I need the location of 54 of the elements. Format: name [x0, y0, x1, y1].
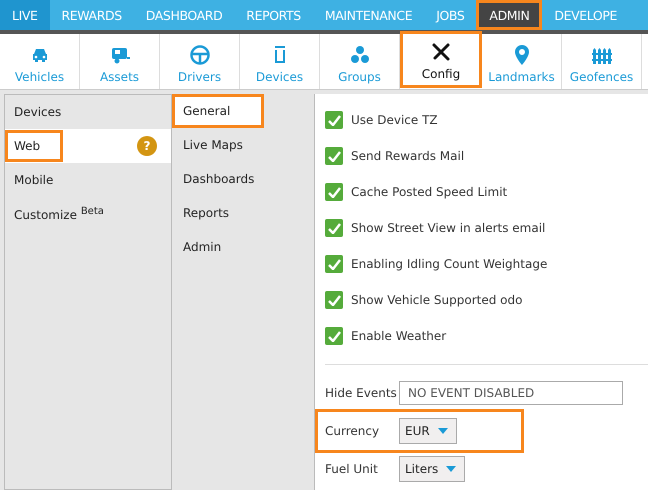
subnav-item[interactable]: Reports [172, 196, 314, 230]
setting-label: Enable Weather [351, 329, 446, 343]
sidebar-item[interactable]: Devices [5, 95, 171, 129]
sidebar-item-label: Web [5, 130, 64, 162]
setting-label: Use Device TZ [351, 113, 438, 127]
checkbox[interactable] [325, 111, 343, 129]
setting-label: Cache Posted Speed Limit [351, 185, 508, 199]
checkbox[interactable] [325, 219, 343, 237]
subnav-item[interactable]: Live Maps [172, 128, 314, 162]
sidebar-item-label: Mobile [14, 173, 54, 187]
toolbar-button[interactable]: Devices [240, 34, 320, 89]
sidebar-item-label: Customize $^{Beta}$ [14, 206, 104, 222]
dropdown[interactable]: Liters [399, 456, 466, 482]
toolbar-button[interactable]: Landmarks [482, 34, 562, 89]
setting-label: Show Vehicle Supported odo [351, 293, 522, 307]
checkbox[interactable] [325, 327, 343, 345]
toolbar-button[interactable]: Vehicles [0, 34, 80, 89]
dropdown[interactable]: EUR [399, 418, 457, 444]
checkbox[interactable] [325, 255, 343, 273]
circles-icon [348, 44, 370, 66]
sidebar-item[interactable]: Customize $^{Beta}$ [5, 197, 171, 231]
field-label: Fuel Unit [325, 462, 379, 476]
subnav-item[interactable]: General [172, 94, 264, 128]
nav-tab[interactable]: ADMIN [476, 0, 542, 30]
nav-tab[interactable]: DEVELOPE [542, 0, 629, 30]
nav-tab[interactable]: REWARDS [50, 0, 134, 30]
setting-label: Show Street View in alerts email [351, 221, 546, 235]
nav-tab[interactable]: DASHBOARD [134, 0, 234, 30]
toolbar-button[interactable]: Groups [320, 34, 400, 89]
setting-label: Send Rewards Mail [351, 149, 464, 163]
toolbar-button[interactable]: Drivers [160, 34, 240, 89]
nav-tab[interactable]: REPORTS [234, 0, 313, 30]
nav-tab[interactable]: LIVE [0, 0, 50, 30]
field-label: Currency [325, 424, 380, 438]
toolbar-button[interactable]: Geofences [562, 34, 642, 89]
help-badge[interactable]: ? [137, 136, 157, 156]
field-label: Hide Events [325, 386, 398, 400]
setting-label: Enabling Idling Count Weightage [351, 257, 548, 271]
subnav-item[interactable]: Dashboards [172, 162, 314, 196]
checkbox[interactable] [325, 183, 343, 201]
nav-tab[interactable]: JOBS [424, 0, 476, 30]
toolbar-button[interactable]: Assets [80, 34, 160, 89]
steering-wheel-icon [188, 44, 210, 66]
sidebar-item[interactable]: Mobile [5, 163, 171, 197]
sidebar-item[interactable]: Web ? [5, 129, 171, 163]
nav-tab[interactable]: MAINTENANCE [312, 0, 424, 30]
toolbar-button[interactable]: Config [400, 31, 482, 88]
sidebar-item-label: Devices [14, 105, 62, 119]
input-field[interactable]: NO EVENT DISABLED [399, 381, 623, 405]
caret-icon [446, 466, 456, 472]
checkbox[interactable] [325, 147, 343, 165]
subnav-item[interactable]: Admin [172, 230, 314, 264]
checkbox[interactable] [325, 291, 343, 309]
caret-icon [438, 428, 448, 434]
